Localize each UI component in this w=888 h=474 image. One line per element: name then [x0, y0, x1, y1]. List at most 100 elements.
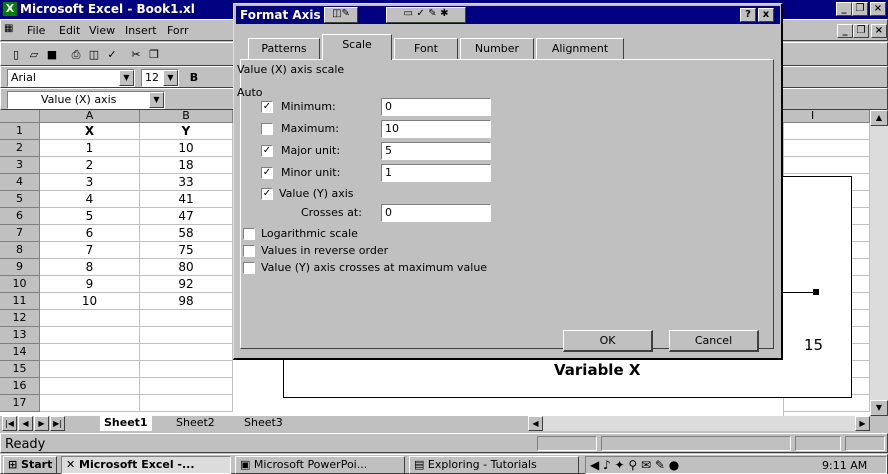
major-unit-field[interactable]: 5 — [381, 142, 491, 160]
row-header[interactable]: 13 — [0, 327, 40, 344]
menu-edit[interactable]: Edit — [59, 24, 80, 37]
print-preview-icon[interactable]: ◫ — [85, 46, 103, 64]
tab-alignment[interactable]: Alignment — [536, 38, 624, 60]
font-name-combo[interactable]: Arial ▼ — [7, 69, 135, 87]
doc-restore-icon[interactable]: ❐ — [853, 24, 869, 38]
sheet-tab-3[interactable]: Sheet3 — [240, 416, 287, 431]
scroll-down-icon[interactable]: ▼ — [870, 400, 888, 416]
row-header[interactable]: 2 — [0, 140, 40, 157]
table-cell[interactable] — [140, 327, 233, 344]
x-axis-title[interactable]: Variable X — [554, 361, 640, 379]
start-button[interactable]: ⊞ Start — [3, 456, 57, 474]
next-sheet-icon[interactable]: ▶ — [34, 416, 49, 431]
excel-app-icon[interactable]: X — [3, 2, 17, 16]
last-sheet-icon[interactable]: ▶| — [50, 416, 65, 431]
task-explorer[interactable]: ▤ Exploring - Tutorials — [409, 456, 579, 474]
row-header[interactable]: 8 — [0, 242, 40, 259]
row-header[interactable]: 5 — [0, 191, 40, 208]
help-button[interactable]: ? — [740, 8, 756, 22]
dialog-close-button[interactable]: x — [758, 8, 774, 22]
sheet-tab-2[interactable]: Sheet2 — [172, 416, 219, 431]
minimize-icon[interactable]: _ — [836, 2, 852, 16]
major-unit-checkbox[interactable]: ✓ — [261, 145, 273, 157]
tab-scale[interactable]: Scale — [322, 34, 392, 60]
row-header[interactable]: 16 — [0, 378, 40, 395]
name-box[interactable]: Value (X) axis ▼ — [7, 91, 165, 109]
table-cell[interactable] — [783, 157, 870, 174]
workbook-icon[interactable]: ▦ — [4, 23, 20, 38]
table-cell[interactable]: 10 — [140, 140, 233, 157]
table-cell[interactable]: Y — [140, 123, 233, 140]
menu-format[interactable]: Forr — [167, 24, 189, 37]
axis-selection-handle[interactable] — [813, 289, 819, 295]
table-cell[interactable] — [40, 395, 140, 412]
row-header[interactable]: 11 — [0, 293, 40, 310]
cut-icon[interactable]: ✂ — [127, 46, 145, 64]
scroll-left-icon[interactable]: ◀ — [528, 416, 543, 431]
value-y-axis-checkbox[interactable]: ✓ — [261, 188, 273, 200]
row-header[interactable]: 3 — [0, 157, 40, 174]
table-cell[interactable] — [140, 378, 233, 395]
table-cell[interactable]: 58 — [140, 225, 233, 242]
table-cell[interactable]: X — [40, 123, 140, 140]
minor-unit-checkbox[interactable]: ✓ — [261, 167, 273, 179]
table-cell[interactable]: 92 — [140, 276, 233, 293]
table-cell[interactable] — [40, 327, 140, 344]
maximum-field[interactable]: 10 — [381, 120, 491, 138]
table-cell[interactable]: 1 — [40, 140, 140, 157]
reverse-order-checkbox[interactable] — [243, 245, 255, 257]
task-powerpoint[interactable]: ▣ Microsoft PowerPoi... — [235, 456, 405, 474]
table-cell[interactable]: 3 — [40, 174, 140, 191]
chevron-down-icon[interactable]: ▼ — [119, 70, 134, 86]
doc-close-icon[interactable]: × — [871, 24, 887, 38]
doc-minimize-icon[interactable]: _ — [837, 24, 853, 38]
row-header[interactable]: 7 — [0, 225, 40, 242]
table-cell[interactable]: 18 — [140, 157, 233, 174]
restore-icon[interactable]: ❐ — [852, 2, 868, 16]
toolbar-icons[interactable]: ◫✎ — [324, 7, 358, 23]
table-cell[interactable] — [140, 344, 233, 361]
table-cell[interactable]: 47 — [140, 208, 233, 225]
print-icon[interactable]: ⎙ — [67, 46, 85, 64]
prev-sheet-icon[interactable]: ◀ — [18, 416, 33, 431]
minimum-field[interactable]: 0 — [381, 98, 491, 116]
column-header-a[interactable]: A — [40, 110, 140, 123]
bold-button[interactable]: B — [185, 69, 203, 87]
table-cell[interactable]: 6 — [40, 225, 140, 242]
open-icon[interactable]: ▱ — [25, 46, 43, 64]
font-size-combo[interactable]: 12 ▼ — [141, 69, 179, 87]
chevron-down-icon[interactable]: ▼ — [163, 70, 178, 86]
row-header[interactable]: 10 — [0, 276, 40, 293]
dialog-title-bar[interactable]: Format Axis ◫✎ ▭ ✓ ✎ ✱ ? x — [236, 6, 780, 24]
table-cell[interactable]: 9 — [40, 276, 140, 293]
scroll-track[interactable] — [870, 126, 888, 400]
table-cell[interactable]: 33 — [140, 174, 233, 191]
row-header[interactable]: 1 — [0, 123, 40, 140]
menu-view[interactable]: View — [89, 24, 115, 37]
logarithmic-scale-checkbox[interactable] — [243, 228, 255, 240]
table-cell[interactable]: 5 — [40, 208, 140, 225]
tab-font[interactable]: Font — [394, 38, 458, 60]
crosses-max-checkbox[interactable] — [243, 262, 255, 274]
table-cell[interactable] — [783, 140, 870, 157]
close-icon[interactable]: × — [870, 2, 886, 16]
toolbar-icons-group[interactable]: ▭ ✓ ✎ ✱ — [386, 7, 466, 23]
table-cell[interactable]: 2 — [40, 157, 140, 174]
maximum-checkbox[interactable] — [261, 123, 273, 135]
first-sheet-icon[interactable]: |◀ — [2, 416, 17, 431]
minor-unit-field[interactable]: 1 — [381, 164, 491, 182]
horizontal-scrollbar[interactable]: ◀ ▶ — [528, 416, 870, 431]
table-cell[interactable] — [40, 310, 140, 327]
table-cell[interactable]: 75 — [140, 242, 233, 259]
vertical-scrollbar[interactable]: ▲ ▼ — [870, 110, 888, 416]
table-cell[interactable] — [783, 123, 870, 140]
column-header-b[interactable]: B — [140, 110, 233, 123]
row-header[interactable]: 14 — [0, 344, 40, 361]
menu-file[interactable]: File — [27, 24, 45, 37]
tab-number[interactable]: Number — [460, 38, 534, 60]
chevron-down-icon[interactable]: ▼ — [149, 92, 164, 108]
crosses-at-field[interactable]: 0 — [381, 204, 491, 222]
task-excel[interactable]: ✕ Microsoft Excel -... — [61, 456, 231, 474]
column-header-i[interactable]: I — [783, 110, 870, 123]
copy-icon[interactable]: ❐ — [145, 46, 163, 64]
